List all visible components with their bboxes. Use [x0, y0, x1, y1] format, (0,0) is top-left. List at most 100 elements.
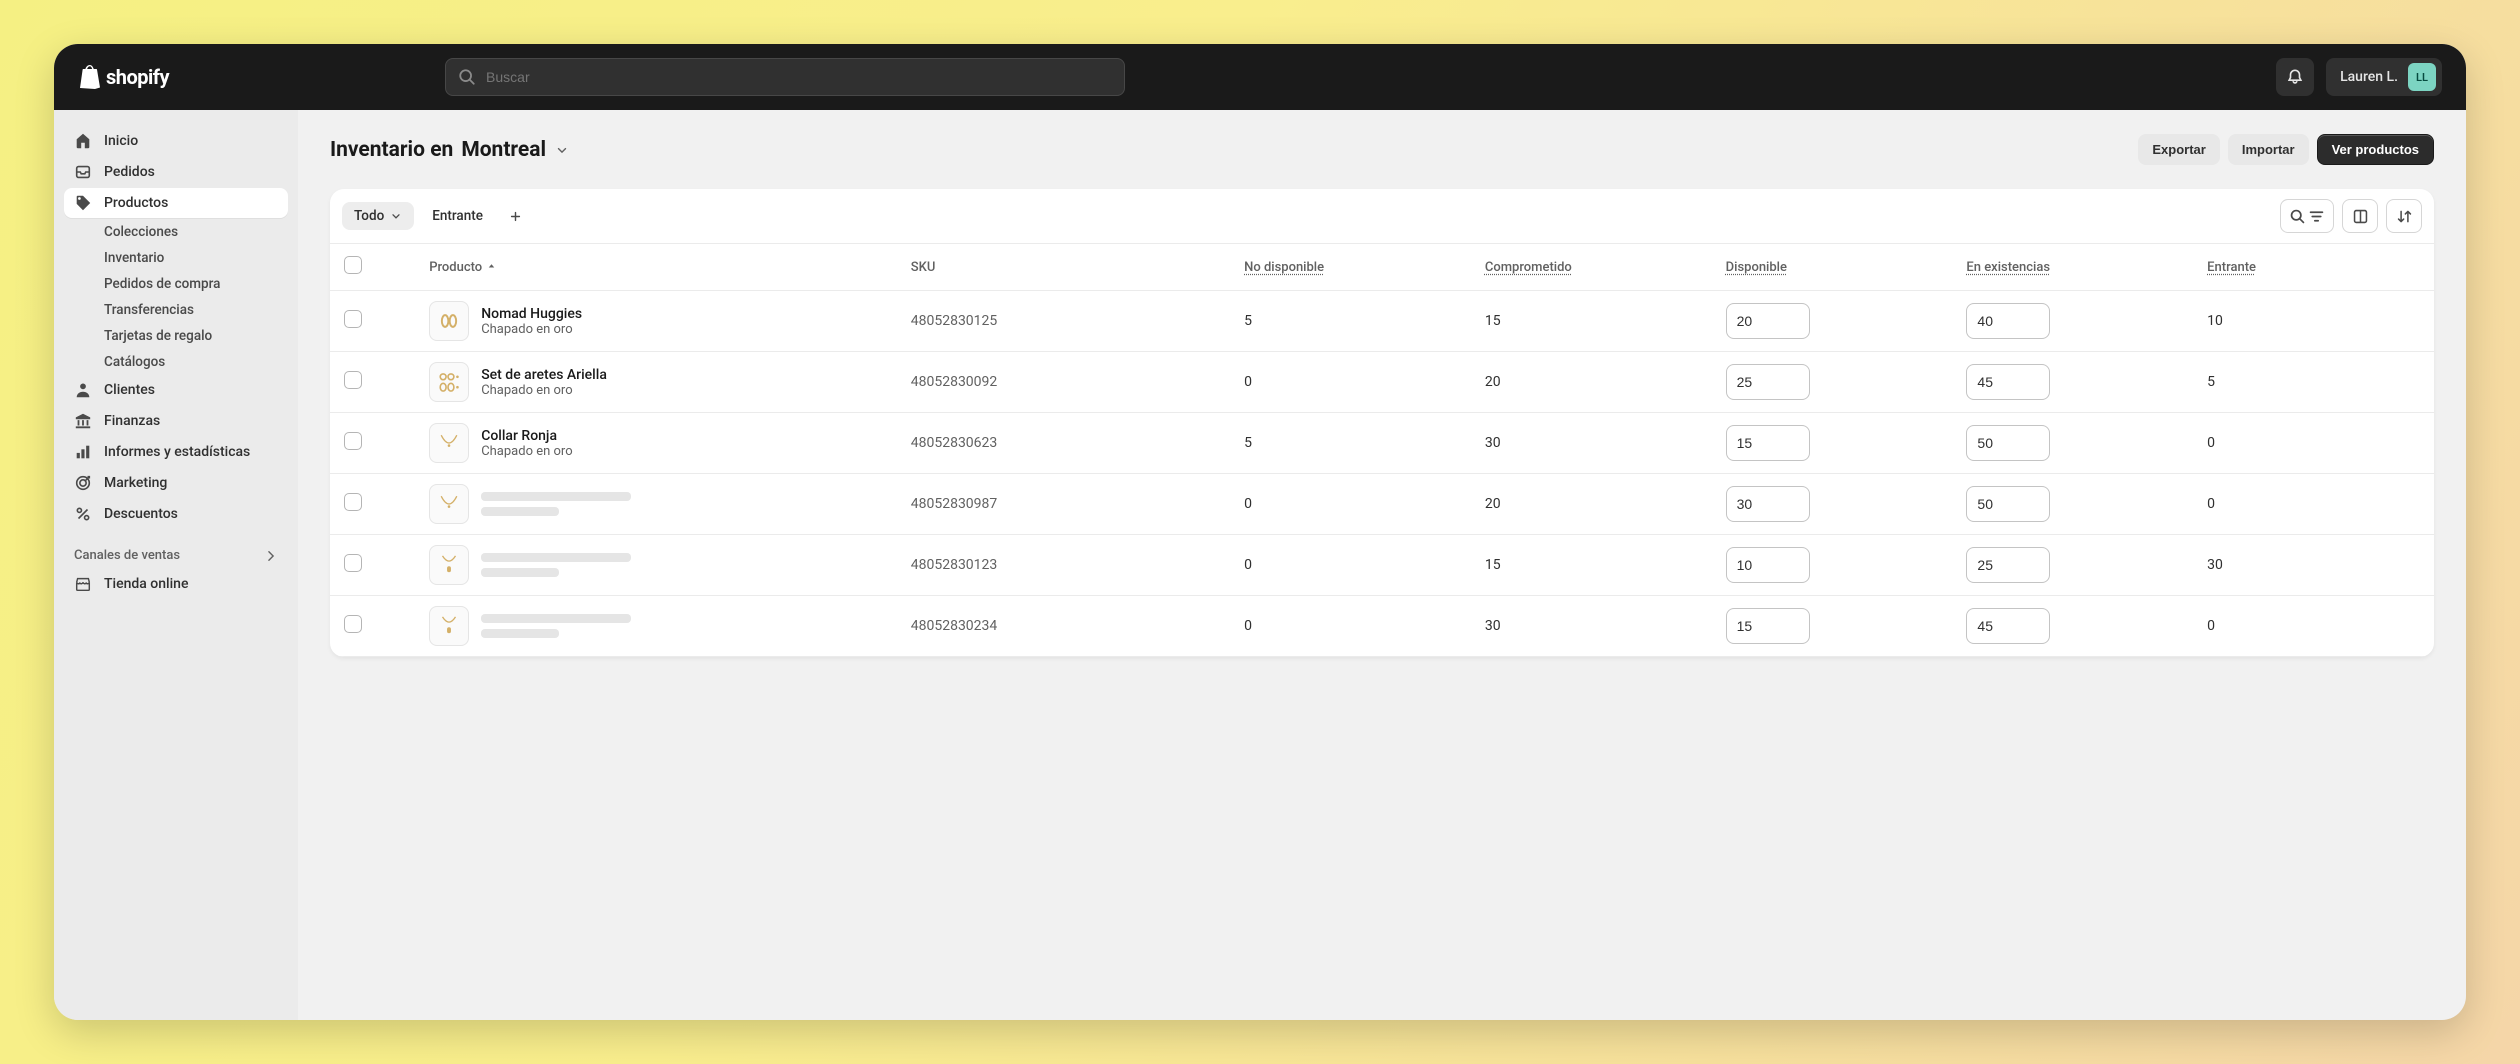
nav-label: Marketing [104, 475, 167, 491]
sort-button[interactable] [2386, 199, 2422, 233]
sidebar-item-analytics[interactable]: Informes y estadísticas [64, 437, 288, 467]
available-input[interactable] [1726, 547, 1810, 583]
available-input[interactable] [1726, 608, 1810, 644]
col-product[interactable]: Producto [415, 244, 897, 291]
table-row[interactable]: Set de aretes AriellaChapado en oro 4805… [330, 352, 2434, 413]
location-selector[interactable]: Montreal [461, 138, 569, 162]
col-available[interactable]: Disponible [1712, 244, 1953, 291]
col-unavailable[interactable]: No disponible [1230, 244, 1471, 291]
notifications-button[interactable] [2276, 58, 2314, 96]
sku-value: 48052830125 [897, 291, 1230, 352]
import-button[interactable]: Importar [2228, 134, 2309, 165]
on-hand-input[interactable] [1966, 364, 2050, 400]
incoming-value: 0 [2193, 474, 2434, 535]
channels-section-header[interactable]: Canales de ventas [64, 530, 288, 569]
incoming-value: 5 [2193, 352, 2434, 413]
available-input[interactable] [1726, 303, 1810, 339]
on-hand-input[interactable] [1966, 608, 2050, 644]
unavailable-value: 0 [1230, 535, 1471, 596]
nav-label: Clientes [104, 382, 155, 398]
available-input[interactable] [1726, 364, 1810, 400]
add-view-button[interactable] [501, 204, 531, 229]
person-icon [74, 381, 92, 399]
skeleton-placeholder [481, 553, 631, 577]
committed-value: 20 [1471, 474, 1712, 535]
on-hand-input[interactable] [1966, 486, 2050, 522]
table-row[interactable]: 48052830987 0 20 0 [330, 474, 2434, 535]
nav-label: Pedidos [104, 164, 155, 180]
sidebar: Inicio Pedidos Productos Colecciones Inv… [54, 110, 298, 1020]
columns-button[interactable] [2342, 199, 2378, 233]
unavailable-value: 0 [1230, 596, 1471, 657]
sidebar-sub-transfers[interactable]: Transferencias [64, 297, 288, 323]
sku-value: 48052830987 [897, 474, 1230, 535]
sidebar-item-finances[interactable]: Finanzas [64, 406, 288, 436]
nav-label: Productos [104, 195, 168, 211]
sidebar-sub-gift-cards[interactable]: Tarjetas de regalo [64, 323, 288, 349]
bank-icon [74, 412, 92, 430]
col-committed[interactable]: Comprometido [1471, 244, 1712, 291]
percent-icon [74, 505, 92, 523]
available-input[interactable] [1726, 486, 1810, 522]
sidebar-item-home[interactable]: Inicio [64, 126, 288, 156]
user-name: Lauren L. [2340, 69, 2398, 85]
tab-incoming[interactable]: Entrante [420, 202, 495, 230]
main-content: Inventario en Montreal Exportar Importar… [298, 110, 2466, 1020]
sidebar-item-customers[interactable]: Clientes [64, 375, 288, 405]
page-title: Inventario en Montreal [330, 138, 569, 162]
search-filter-button[interactable] [2280, 199, 2334, 233]
product-thumbnail [429, 606, 469, 646]
product-variant: Chapado en oro [481, 444, 572, 459]
sidebar-channel-online-store[interactable]: Tienda online [64, 569, 288, 599]
sidebar-sub-collections[interactable]: Colecciones [64, 219, 288, 245]
col-on-hand[interactable]: En existencias [1952, 244, 2193, 291]
row-checkbox[interactable] [344, 554, 362, 572]
nav-label: Inicio [104, 133, 138, 149]
sidebar-item-discounts[interactable]: Descuentos [64, 499, 288, 529]
sku-value: 48052830623 [897, 413, 1230, 474]
sidebar-sub-purchase-orders[interactable]: Pedidos de compra [64, 271, 288, 297]
product-name: Collar Ronja [481, 428, 572, 444]
sidebar-sub-catalogs[interactable]: Catálogos [64, 349, 288, 375]
product-thumbnail [429, 423, 469, 463]
search-bar[interactable] [445, 58, 1125, 96]
sidebar-sub-inventory[interactable]: Inventario [64, 245, 288, 271]
table-row[interactable]: 48052830234 0 30 0 [330, 596, 2434, 657]
shopify-bag-icon [78, 64, 102, 90]
product-thumbnail [429, 484, 469, 524]
row-checkbox[interactable] [344, 615, 362, 633]
on-hand-input[interactable] [1966, 547, 2050, 583]
unavailable-value: 5 [1230, 413, 1471, 474]
sku-value: 48052830123 [897, 535, 1230, 596]
user-menu[interactable]: Lauren L. LL [2326, 58, 2442, 96]
sidebar-item-marketing[interactable]: Marketing [64, 468, 288, 498]
table-row[interactable]: Nomad HuggiesChapado en oro 48052830125 … [330, 291, 2434, 352]
row-checkbox[interactable] [344, 371, 362, 389]
view-products-button[interactable]: Ver productos [2317, 134, 2434, 165]
search-input[interactable] [486, 69, 1112, 85]
table-row[interactable]: Collar RonjaChapado en oro 48052830623 5… [330, 413, 2434, 474]
export-button[interactable]: Exportar [2138, 134, 2219, 165]
target-icon [74, 474, 92, 492]
sidebar-item-orders[interactable]: Pedidos [64, 157, 288, 187]
committed-value: 30 [1471, 413, 1712, 474]
col-sku[interactable]: SKU [897, 244, 1230, 291]
sidebar-item-products[interactable]: Productos [64, 188, 288, 218]
sku-value: 48052830234 [897, 596, 1230, 657]
row-checkbox[interactable] [344, 493, 362, 511]
tab-all[interactable]: Todo [342, 202, 414, 230]
select-all-checkbox[interactable] [344, 256, 362, 274]
on-hand-input[interactable] [1966, 425, 2050, 461]
incoming-value: 0 [2193, 596, 2434, 657]
sku-value: 48052830092 [897, 352, 1230, 413]
col-incoming[interactable]: Entrante [2193, 244, 2434, 291]
available-input[interactable] [1726, 425, 1810, 461]
product-thumbnail [429, 301, 469, 341]
row-checkbox[interactable] [344, 432, 362, 450]
brand-logo[interactable]: shopify [78, 64, 169, 90]
table-row[interactable]: 48052830123 0 15 30 [330, 535, 2434, 596]
search-icon [2289, 208, 2306, 225]
committed-value: 30 [1471, 596, 1712, 657]
row-checkbox[interactable] [344, 310, 362, 328]
on-hand-input[interactable] [1966, 303, 2050, 339]
